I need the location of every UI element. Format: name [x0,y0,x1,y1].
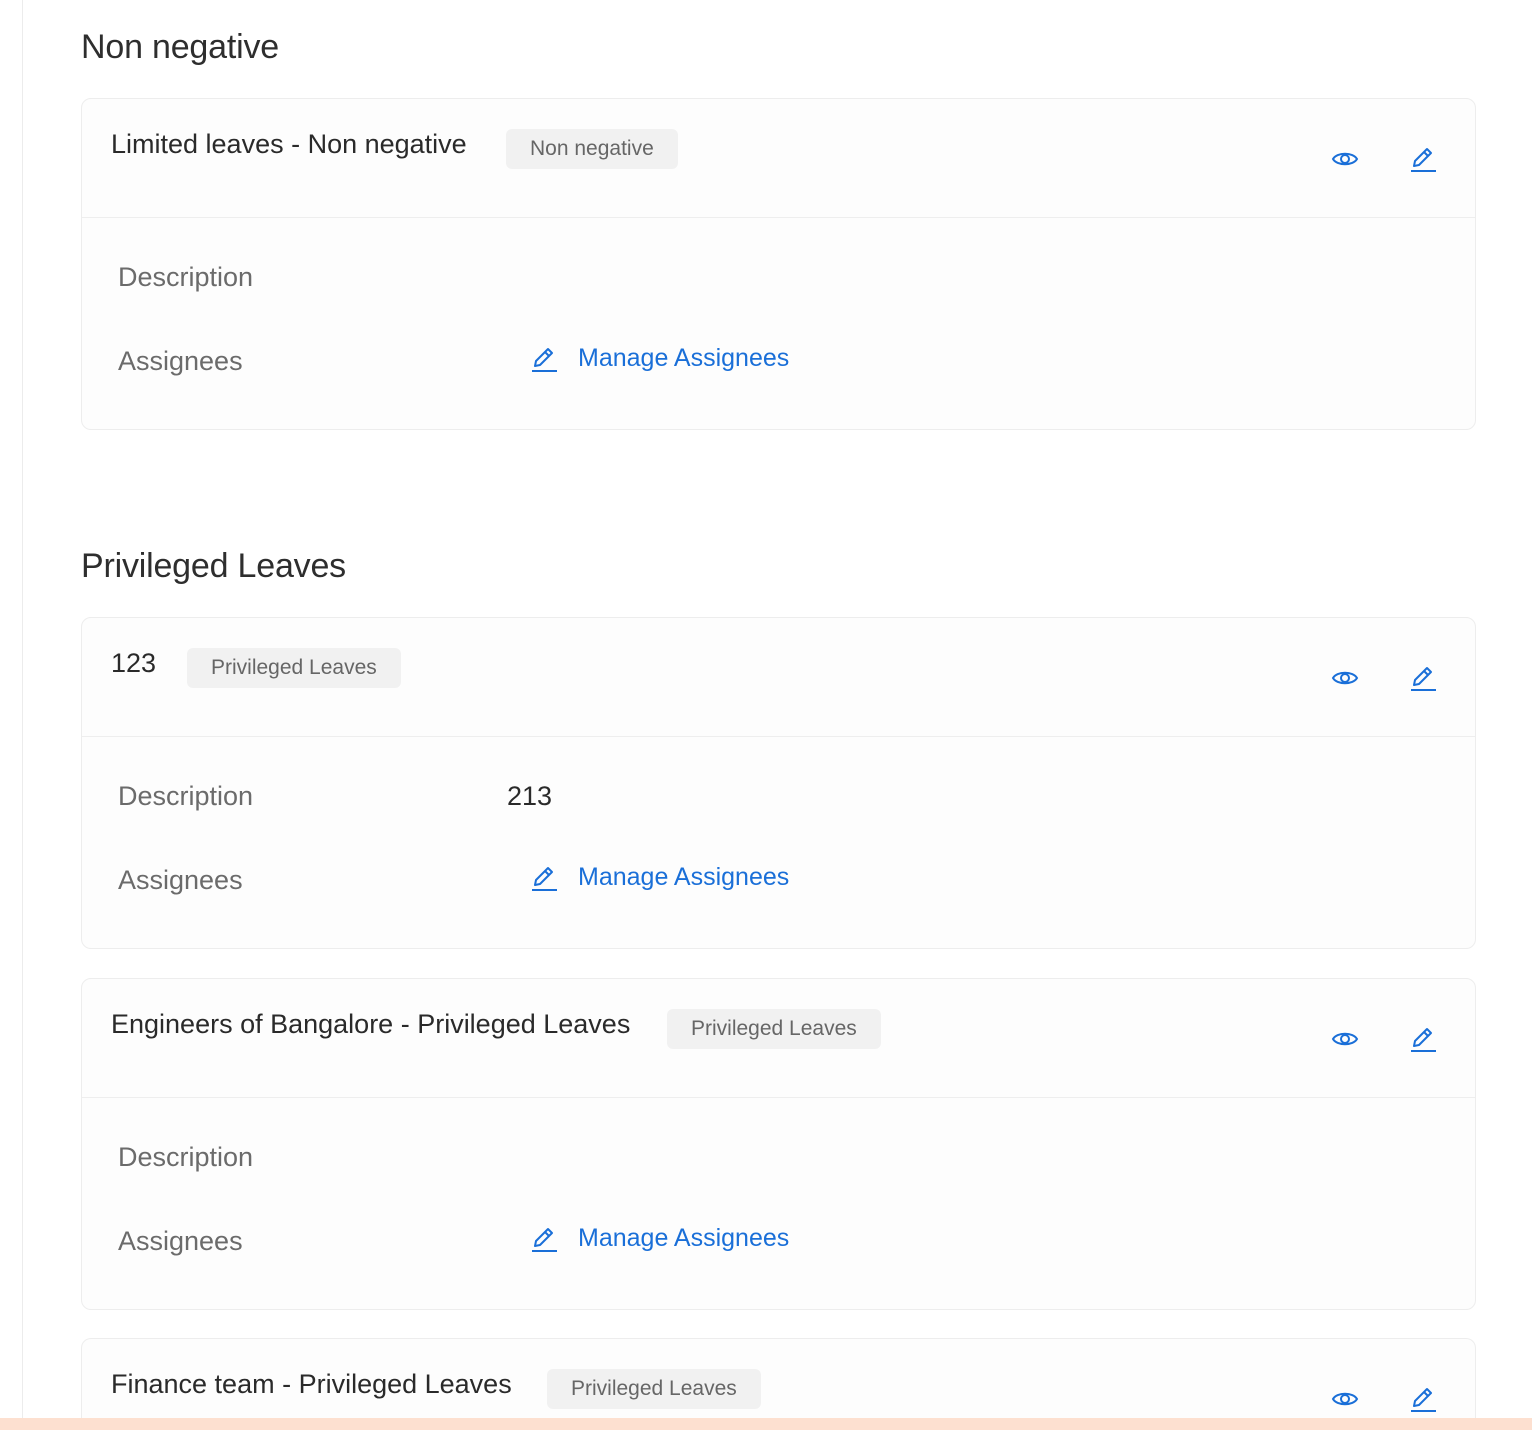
card-body: Description Assignees Manage Assignees [82,1098,1475,1308]
bottom-banner-strip [0,1418,1532,1430]
assignees-label: Assignees [118,346,243,376]
leave-policy-card: Limited leaves - Non negative Non negati… [81,98,1476,430]
policy-title: 123 [111,648,157,678]
eye-icon [1331,1392,1359,1406]
eye-icon [1331,671,1359,685]
pencil-icon [1411,667,1436,691]
manage-assignees-link[interactable]: Manage Assignees [530,863,789,892]
card-header: Limited leaves - Non negative Non negati… [82,99,1475,218]
edit-button[interactable] [1405,662,1441,694]
pencil-icon [532,1227,557,1252]
pencil-icon [1411,1028,1436,1052]
policy-title: Finance team - Privileged Leaves [111,1369,512,1399]
view-button[interactable] [1327,143,1363,175]
policy-type-tag: Non negative [506,129,678,169]
leave-policy-card: 123 Privileged Leaves Description 213 As… [81,617,1476,949]
description-label: Description [118,781,254,811]
card-body: Description Assignees Manage Assignees [82,218,1475,428]
edit-button[interactable] [1405,143,1441,175]
card-header: 123 Privileged Leaves [82,618,1475,737]
section-title-non-negative: Non negative [81,28,279,66]
manage-assignees-label: Manage Assignees [578,863,790,891]
pencil-icon [532,347,557,372]
eye-icon [1331,152,1359,166]
description-label: Description [118,1142,254,1172]
card-header: Engineers of Bangalore - Privileged Leav… [82,979,1475,1098]
manage-assignees-link[interactable]: Manage Assignees [530,344,789,373]
edit-button[interactable] [1405,1023,1441,1055]
policy-type-tag: Privileged Leaves [667,1009,881,1049]
description-value: 213 [507,781,553,811]
pencil-icon [1411,1388,1436,1412]
view-button[interactable] [1327,1383,1363,1415]
policy-type-tag: Privileged Leaves [187,648,401,688]
view-button[interactable] [1327,662,1363,694]
eye-icon [1331,1032,1359,1046]
card-body: Description 213 Assignees Manage Assigne… [82,737,1475,947]
pencil-icon [532,866,557,891]
manage-assignees-label: Manage Assignees [578,344,790,372]
assignees-label: Assignees [118,865,243,895]
section-title-privileged-leaves: Privileged Leaves [81,547,346,585]
description-label: Description [118,262,254,292]
leave-policy-card: Engineers of Bangalore - Privileged Leav… [81,978,1476,1310]
edit-button[interactable] [1405,1383,1441,1415]
leave-policies-page: Non negative Limited leaves - Non negati… [0,0,1532,1430]
policy-title: Limited leaves - Non negative [111,129,467,159]
policy-type-tag: Privileged Leaves [547,1369,761,1409]
manage-assignees-label: Manage Assignees [578,1224,790,1252]
view-button[interactable] [1327,1023,1363,1055]
leave-policy-card: Finance team - Privileged Leaves Privile… [81,1338,1476,1430]
sidebar-divider [22,0,23,1418]
manage-assignees-link[interactable]: Manage Assignees [530,1224,789,1253]
pencil-icon [1411,148,1436,172]
policy-title: Engineers of Bangalore - Privileged Leav… [111,1009,631,1039]
assignees-label: Assignees [118,1226,243,1256]
card-header: Finance team - Privileged Leaves Privile… [82,1339,1475,1430]
